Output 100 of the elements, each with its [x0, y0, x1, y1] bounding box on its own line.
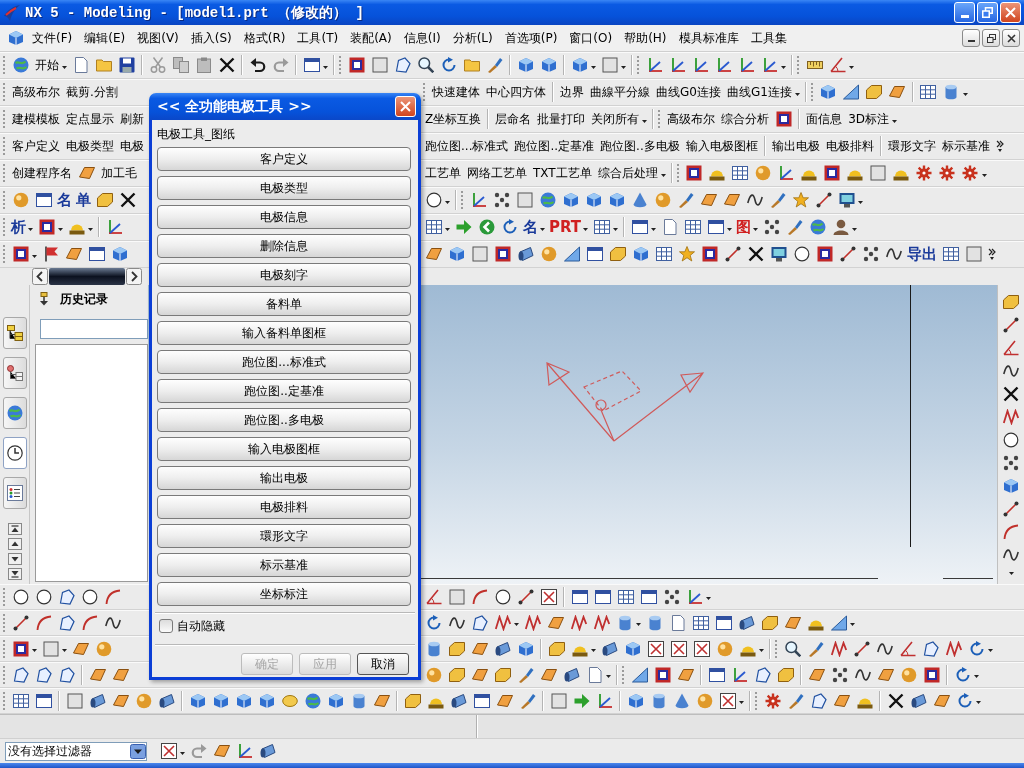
- menu-item[interactable]: 编辑(E): [78, 28, 132, 48]
- scroll-bottom-icon[interactable]: [7, 568, 22, 580]
- toolbar-button[interactable]: 创建程序名: [9, 163, 75, 183]
- menu-item[interactable]: 工具(T): [291, 28, 345, 48]
- menu-item[interactable]: 工具集: [744, 28, 793, 48]
- parallelogram-icon[interactable]: [373, 692, 390, 709]
- dialog-button[interactable]: 取消: [357, 653, 409, 675]
- grid-icon[interactable]: [593, 219, 610, 235]
- search-field[interactable]: [40, 319, 148, 339]
- caret-icon[interactable]: [636, 623, 641, 626]
- resource-tab[interactable]: [2, 357, 27, 389]
- hexagon-icon[interactable]: [866, 84, 883, 100]
- caret-icon[interactable]: [323, 65, 328, 69]
- tool-button[interactable]: 输入电极图框: [157, 437, 411, 461]
- wedge-icon[interactable]: [830, 614, 847, 631]
- cube-icon[interactable]: [327, 692, 344, 709]
- framed-square-icon[interactable]: [12, 246, 29, 262]
- parallelogram-icon[interactable]: [72, 640, 89, 657]
- tube-icon[interactable]: [450, 692, 467, 709]
- monitor-icon[interactable]: [838, 192, 855, 208]
- axes-icon[interactable]: [692, 57, 709, 73]
- toolbar-button[interactable]: 環形文字: [884, 136, 939, 156]
- tool-button[interactable]: 输出电极: [157, 466, 411, 490]
- circle-icon[interactable]: [425, 192, 442, 208]
- parallelogram-icon[interactable]: [65, 246, 82, 262]
- cube-icon[interactable]: [585, 192, 602, 208]
- glyph-button[interactable]: PRT: [547, 217, 584, 237]
- caret-icon[interactable]: [62, 649, 67, 652]
- cross-box-icon[interactable]: [647, 640, 664, 657]
- wedge-icon[interactable]: [563, 246, 580, 262]
- caret-icon[interactable]: [850, 623, 855, 626]
- resource-tab[interactable]: [2, 317, 27, 349]
- cross-box-icon[interactable]: [719, 692, 736, 709]
- caret-icon[interactable]: [976, 701, 981, 704]
- tool-button[interactable]: 坐标标注: [157, 582, 411, 606]
- axes-icon[interactable]: [738, 57, 755, 73]
- caret-icon[interactable]: [1008, 572, 1014, 575]
- axes-icon[interactable]: [646, 57, 663, 73]
- glyph-button[interactable]: 图: [734, 217, 754, 237]
- caret-icon[interactable]: [180, 751, 185, 755]
- gear-icon[interactable]: [939, 165, 956, 181]
- window-icon[interactable]: [594, 588, 611, 605]
- curve-icon[interactable]: [854, 666, 871, 683]
- framed-square-icon[interactable]: [816, 246, 833, 262]
- caret-icon[interactable]: [727, 227, 733, 231]
- menu-item[interactable]: 首选项(P): [498, 28, 564, 48]
- toolbar-button[interactable]: 电极类型: [63, 136, 117, 156]
- axes-icon[interactable]: [778, 165, 795, 181]
- grid-icon[interactable]: [655, 246, 672, 262]
- framed-square-icon[interactable]: [12, 640, 29, 657]
- rotate-icon[interactable]: [425, 614, 442, 631]
- grid-icon[interactable]: [617, 588, 634, 605]
- caret-icon[interactable]: [58, 227, 63, 231]
- caret-icon[interactable]: [753, 227, 759, 231]
- menu-item[interactable]: 模具标准库: [672, 28, 745, 48]
- brush-icon[interactable]: [486, 57, 503, 73]
- hexagon-icon[interactable]: [761, 614, 778, 631]
- disc-icon[interactable]: [281, 692, 298, 709]
- cube-icon[interactable]: [517, 640, 534, 657]
- document-icon[interactable]: [661, 219, 678, 235]
- glyph-button[interactable]: 单: [74, 190, 93, 210]
- line-icon[interactable]: [12, 614, 29, 631]
- circle-icon[interactable]: [35, 588, 52, 605]
- polygon-icon[interactable]: [922, 640, 939, 657]
- tube-icon[interactable]: [517, 246, 534, 262]
- menu-item[interactable]: 文件(F): [26, 28, 79, 48]
- selection-filter-dropdown[interactable]: 没有选择过滤器: [5, 741, 147, 761]
- hexagon-icon[interactable]: [1003, 293, 1019, 310]
- axes-icon[interactable]: [669, 57, 686, 73]
- brush-icon[interactable]: [787, 692, 804, 709]
- window-icon[interactable]: [707, 219, 724, 235]
- undo-icon[interactable]: [249, 57, 266, 73]
- curve-icon[interactable]: [104, 614, 121, 631]
- caret-icon[interactable]: [759, 649, 764, 652]
- toolbar-button[interactable]: 关闭所有: [588, 109, 643, 129]
- save-icon[interactable]: [118, 57, 135, 73]
- caret-icon[interactable]: [32, 254, 37, 258]
- wedge-icon[interactable]: [631, 666, 648, 683]
- toolbar-button[interactable]: 曲线G0连接: [653, 82, 724, 102]
- globe-icon[interactable]: [539, 192, 556, 208]
- axes-icon[interactable]: [731, 666, 748, 683]
- zigzag-icon[interactable]: [524, 614, 541, 631]
- tube-icon[interactable]: [563, 666, 580, 683]
- resource-tab[interactable]: [2, 437, 27, 469]
- tool-button[interactable]: 跑位图...标准式: [157, 350, 411, 374]
- parallelogram-icon[interactable]: [89, 666, 106, 683]
- caret-icon[interactable]: [794, 92, 800, 96]
- line-icon[interactable]: [1003, 500, 1019, 517]
- parallelogram-icon[interactable]: [877, 666, 894, 683]
- cube-icon[interactable]: [562, 192, 579, 208]
- toolbar-button[interactable]: 高级布尔: [664, 109, 719, 129]
- parallelogram-icon[interactable]: [808, 666, 825, 683]
- zigzag-icon[interactable]: [593, 614, 610, 631]
- caret-icon[interactable]: [540, 227, 545, 231]
- document-icon[interactable]: [669, 614, 686, 631]
- scroll-left-icon[interactable]: [32, 268, 48, 285]
- toolbar-button[interactable]: 中心四方体: [483, 82, 549, 102]
- zigzag-icon[interactable]: [830, 640, 847, 657]
- document-icon[interactable]: [586, 666, 603, 683]
- circle-icon[interactable]: [494, 588, 511, 605]
